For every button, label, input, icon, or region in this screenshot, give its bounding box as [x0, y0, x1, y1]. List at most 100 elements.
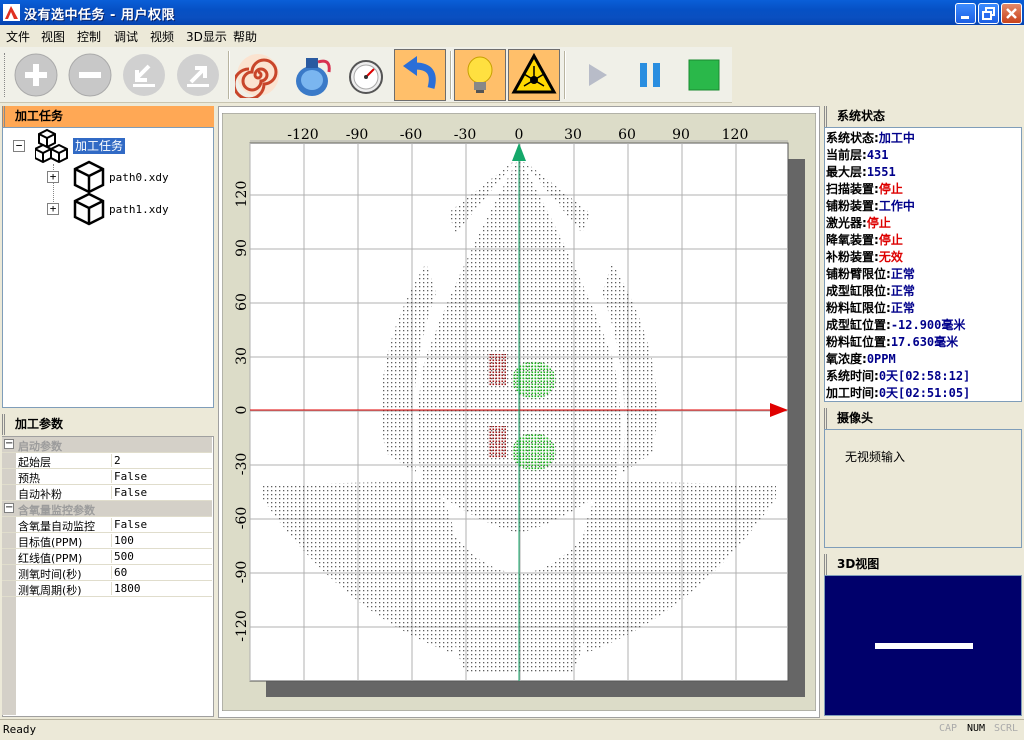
view3d-panel-header: 3D视图	[824, 554, 1022, 575]
status-value: 停止	[878, 233, 903, 247]
menu-file[interactable]: 文件	[6, 28, 30, 45]
zoom-out-button[interactable]	[64, 49, 116, 101]
status-row: 当前层:431	[826, 146, 889, 163]
menu-3d-display[interactable]: 3D显示	[186, 28, 227, 45]
tree-item-path1[interactable]: path1.xdy	[109, 203, 169, 216]
x-tick-label: -90	[346, 127, 369, 143]
status-value: 无效	[878, 250, 903, 264]
menu-help[interactable]: 帮助	[233, 28, 257, 45]
status-key: 当前层:	[826, 148, 867, 162]
import-arrow-icon	[123, 54, 165, 96]
x-tick-label: -30	[454, 127, 477, 143]
status-row: 最大层:1551	[826, 163, 896, 180]
oxygen-gauge-button[interactable]	[340, 49, 392, 101]
y-tick-label: 60	[234, 293, 250, 311]
y-tick-label: -30	[234, 453, 250, 476]
status-value: 加工中	[878, 131, 915, 145]
import-button[interactable]	[118, 49, 170, 101]
tree-expand-toggle[interactable]: +	[47, 171, 59, 183]
powder-supply-button[interactable]	[286, 49, 338, 101]
pg-row[interactable]: 自动补粉 False	[2, 485, 212, 501]
status-row: 激光器:停止	[826, 214, 891, 231]
cube-icon	[73, 160, 105, 194]
status-key: 成型缸限位:	[826, 284, 891, 298]
x-tick-labels: -120 -90 -60 -30 0 30 60 90 120	[287, 127, 748, 143]
menu-bar: 文件 视图 控制 调试 视频 3D显示 帮助	[0, 25, 1024, 46]
light-button[interactable]	[454, 49, 506, 101]
collapse-icon[interactable]: −	[4, 439, 14, 449]
status-row: 系统时间:0天[02:58:12]	[826, 367, 970, 384]
status-row: 系统状态:加工中	[826, 129, 915, 146]
y-tick-label: -90	[234, 561, 250, 584]
pg-row[interactable]: 目标值(PPM) 100	[2, 533, 212, 549]
pg-row[interactable]: 含氧量自动监控 False	[2, 517, 212, 533]
camera-view: 无视频输入	[824, 429, 1022, 548]
toolbar-grip[interactable]	[4, 53, 7, 97]
status-key: 扫描装置:	[826, 182, 879, 196]
pg-row[interactable]: 起始层 2	[2, 453, 212, 469]
status-key: 粉料缸限位:	[826, 301, 891, 315]
status-key: 铺粉臂限位:	[826, 267, 891, 281]
cube-icon	[73, 192, 105, 226]
pg-row[interactable]: 预热 False	[2, 469, 212, 485]
restore-button[interactable]	[978, 3, 999, 24]
play-button[interactable]	[570, 49, 622, 101]
scan-plot[interactable]: -120 -90 -60 -30 0 30 60 90 120 120 90 6…	[222, 113, 816, 711]
pause-button[interactable]	[624, 49, 676, 101]
tree-item-path0[interactable]: path0.xdy	[109, 171, 169, 184]
y-tick-label: 30	[234, 347, 250, 365]
status-value: 正常	[890, 284, 915, 298]
status-row: 铺粉臂限位:正常	[826, 265, 915, 282]
menu-view[interactable]: 视图	[41, 28, 65, 45]
plus-icon	[14, 53, 58, 97]
x-tick-label: 0	[515, 127, 524, 143]
minus-icon	[68, 53, 112, 97]
stop-button[interactable]	[678, 49, 730, 101]
status-key: 补粉装置:	[826, 250, 879, 264]
status-key: 铺粉装置:	[826, 199, 879, 213]
close-button[interactable]	[1001, 3, 1022, 24]
spiral-fill-button[interactable]	[232, 49, 284, 101]
status-value: 431	[866, 148, 889, 162]
status-value: 停止	[878, 182, 903, 196]
pg-row[interactable]: 红线值(PPM) 500	[2, 549, 212, 565]
light-bulb-icon	[467, 56, 493, 93]
status-key: 降氧装置:	[826, 233, 879, 247]
x-tick-label: 120	[722, 127, 749, 143]
tree-collapse-toggle[interactable]: −	[13, 140, 25, 152]
minimize-button[interactable]	[955, 3, 976, 24]
pg-category-oxygen[interactable]: − 含氧量监控参数	[2, 501, 212, 517]
menu-video[interactable]: 视频	[150, 28, 174, 45]
status-value: 正常	[890, 267, 915, 281]
laser-button[interactable]	[508, 49, 560, 101]
pg-category-startup[interactable]: − 启动参数	[2, 437, 212, 453]
status-key: 粉料缸位置:	[826, 335, 891, 349]
params-panel-header: 加工参数	[2, 414, 214, 435]
zoom-in-button[interactable]	[10, 49, 62, 101]
view3d-canvas[interactable]	[824, 575, 1022, 716]
x-tick-label: -60	[400, 127, 423, 143]
export-arrow-icon	[177, 54, 219, 96]
gauge-icon	[349, 60, 383, 94]
window-title: 没有选中任务 - 用户权限	[24, 8, 175, 23]
status-value: 停止	[866, 216, 891, 230]
status-row: 补粉装置:无效	[826, 248, 903, 265]
tree-root-item[interactable]: 加工任务	[73, 137, 126, 154]
export-button[interactable]	[172, 49, 224, 101]
y-tick-label: -120	[234, 610, 250, 641]
caps-indicator: CAP	[939, 723, 958, 734]
num-indicator: NUM	[967, 723, 986, 734]
title-bar: 没有选中任务 - 用户权限	[0, 0, 1024, 25]
reset-button[interactable]	[394, 49, 446, 101]
pg-row[interactable]: 测氧周期(秒) 1800	[2, 581, 212, 597]
menu-control[interactable]: 控制	[77, 28, 101, 45]
menu-debug[interactable]: 调试	[114, 28, 138, 45]
status-key: 氧浓度:	[826, 352, 867, 366]
status-key: 加工时间:	[826, 386, 879, 400]
collapse-icon[interactable]: −	[4, 503, 14, 513]
tree-root-label: 加工任务	[73, 138, 126, 154]
tree-expand-toggle[interactable]: +	[47, 203, 59, 215]
pause-icon	[640, 63, 660, 87]
pg-row[interactable]: 测氧时间(秒) 60	[2, 565, 212, 581]
play-icon	[589, 64, 607, 86]
